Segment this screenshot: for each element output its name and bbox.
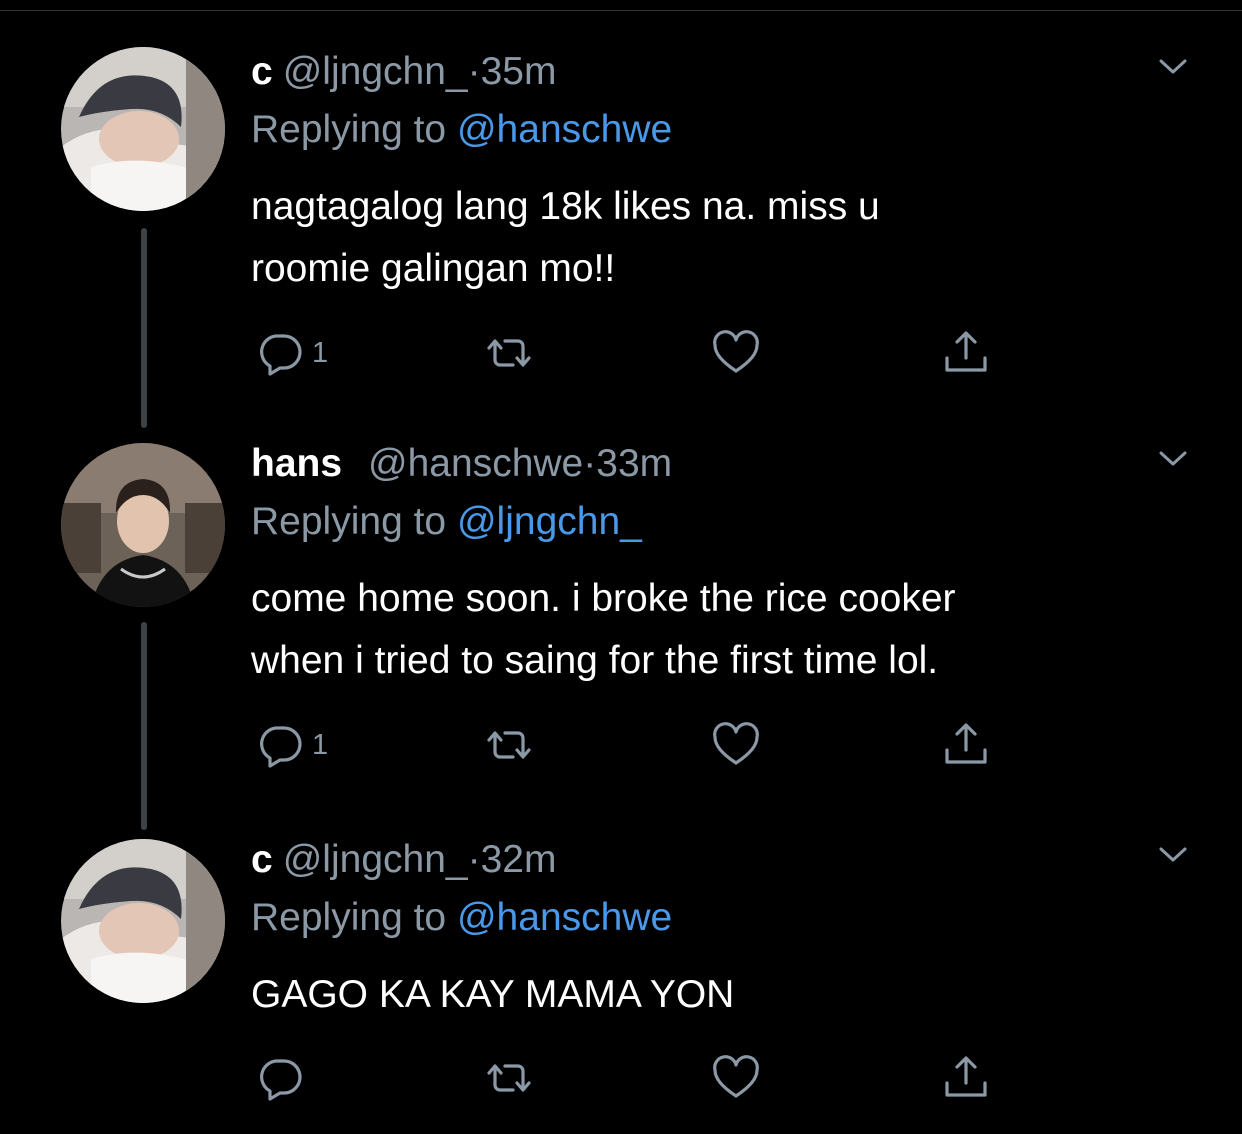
separator-dot: ·	[467, 50, 481, 93]
replying-to: Replying to @ljngchn_	[251, 497, 642, 547]
handle[interactable]: @hanschwe	[368, 442, 583, 485]
avatar[interactable]	[61, 443, 225, 607]
separator-dot: ·	[467, 838, 481, 881]
tweet-text-line: GAGO KA KAY MAMA YON	[251, 973, 735, 1016]
timestamp[interactable]: 32m	[481, 838, 557, 881]
heart-icon	[711, 1055, 761, 1101]
reply-icon	[256, 1055, 306, 1101]
separator-dot: ·	[583, 442, 597, 485]
tweet-text-line: come home soon. i broke the rice cooker	[251, 577, 956, 620]
tweet-text-line: nagtagalog lang 18k likes na. miss u	[251, 185, 880, 228]
reply-count: 1	[312, 728, 329, 761]
tweet-text-line: roomie galingan mo!!	[251, 247, 616, 290]
avatar[interactable]	[61, 47, 225, 211]
retweet-button[interactable]	[481, 720, 537, 770]
chevron-down-icon[interactable]	[1158, 449, 1188, 469]
reply-button[interactable]: 1	[256, 720, 328, 770]
share-icon	[941, 1055, 991, 1101]
action-bar	[0, 1053, 1242, 1103]
display-name[interactable]: c	[251, 838, 273, 881]
avatar[interactable]	[61, 839, 225, 1003]
timestamp[interactable]: 35m	[481, 50, 557, 93]
share-icon	[941, 330, 991, 376]
chevron-down-icon[interactable]	[1158, 57, 1188, 77]
retweet-icon	[481, 1055, 537, 1101]
like-button[interactable]	[711, 328, 761, 378]
tweet-text: nagtagalog lang 18k likes na. miss u roo…	[251, 176, 1181, 300]
handle[interactable]: @ljngchn_	[283, 838, 468, 881]
reply-button[interactable]	[256, 1053, 312, 1103]
share-button[interactable]	[941, 1053, 991, 1103]
handle[interactable]: @ljngchn_	[283, 50, 468, 93]
display-name[interactable]: hans	[251, 442, 342, 485]
tweet[interactable]: c @ljngchn_·32m Replying to @hanschwe GAG…	[0, 835, 1242, 1115]
chevron-down-icon[interactable]	[1158, 845, 1188, 865]
like-button[interactable]	[711, 1053, 761, 1103]
mention-link[interactable]: @hanschwe	[457, 108, 672, 151]
heart-icon	[711, 330, 761, 376]
display-name[interactable]: c	[251, 50, 273, 93]
reply-icon	[256, 330, 306, 376]
replying-to-label: Replying to	[251, 500, 447, 543]
replying-to: Replying to @hanschwe	[251, 105, 672, 155]
share-button[interactable]	[941, 720, 991, 770]
retweet-icon	[481, 330, 537, 376]
replying-to: Replying to @hanschwe	[251, 893, 672, 943]
tweet-text: come home soon. i broke the rice cooker …	[251, 568, 1181, 692]
mention-link[interactable]: @hanschwe	[457, 896, 672, 939]
timestamp[interactable]: 33m	[596, 442, 672, 485]
tweet-header: c @ljngchn_·32m	[251, 835, 556, 885]
action-bar: 1	[0, 720, 1242, 770]
retweet-button[interactable]	[481, 1053, 537, 1103]
share-button[interactable]	[941, 328, 991, 378]
tweet-text: GAGO KA KAY MAMA YON	[251, 964, 1181, 1026]
like-button[interactable]	[711, 720, 761, 770]
reply-button[interactable]: 1	[256, 328, 328, 378]
tweet-header: hans @hanschwe·33m	[251, 439, 672, 489]
replying-to-label: Replying to	[251, 108, 447, 151]
retweet-button[interactable]	[481, 328, 537, 378]
tweet[interactable]: hans @hanschwe·33m Replying to @ljngchn_ …	[0, 439, 1242, 779]
share-icon	[941, 722, 991, 768]
replying-to-label: Replying to	[251, 896, 447, 939]
top-divider	[0, 10, 1242, 11]
heart-icon	[711, 722, 761, 768]
retweet-icon	[481, 722, 537, 768]
reply-count: 1	[312, 336, 329, 369]
tweet-text-line: when i tried to saing for the first time…	[251, 639, 939, 682]
tweet-header: c @ljngchn_·35m	[251, 47, 556, 97]
action-bar: 1	[0, 328, 1242, 378]
reply-icon	[256, 722, 306, 768]
tweet[interactable]: c @ljngchn_·35m Replying to @hanschwe nag…	[0, 47, 1242, 387]
mention-link[interactable]: @ljngchn_	[457, 500, 642, 543]
